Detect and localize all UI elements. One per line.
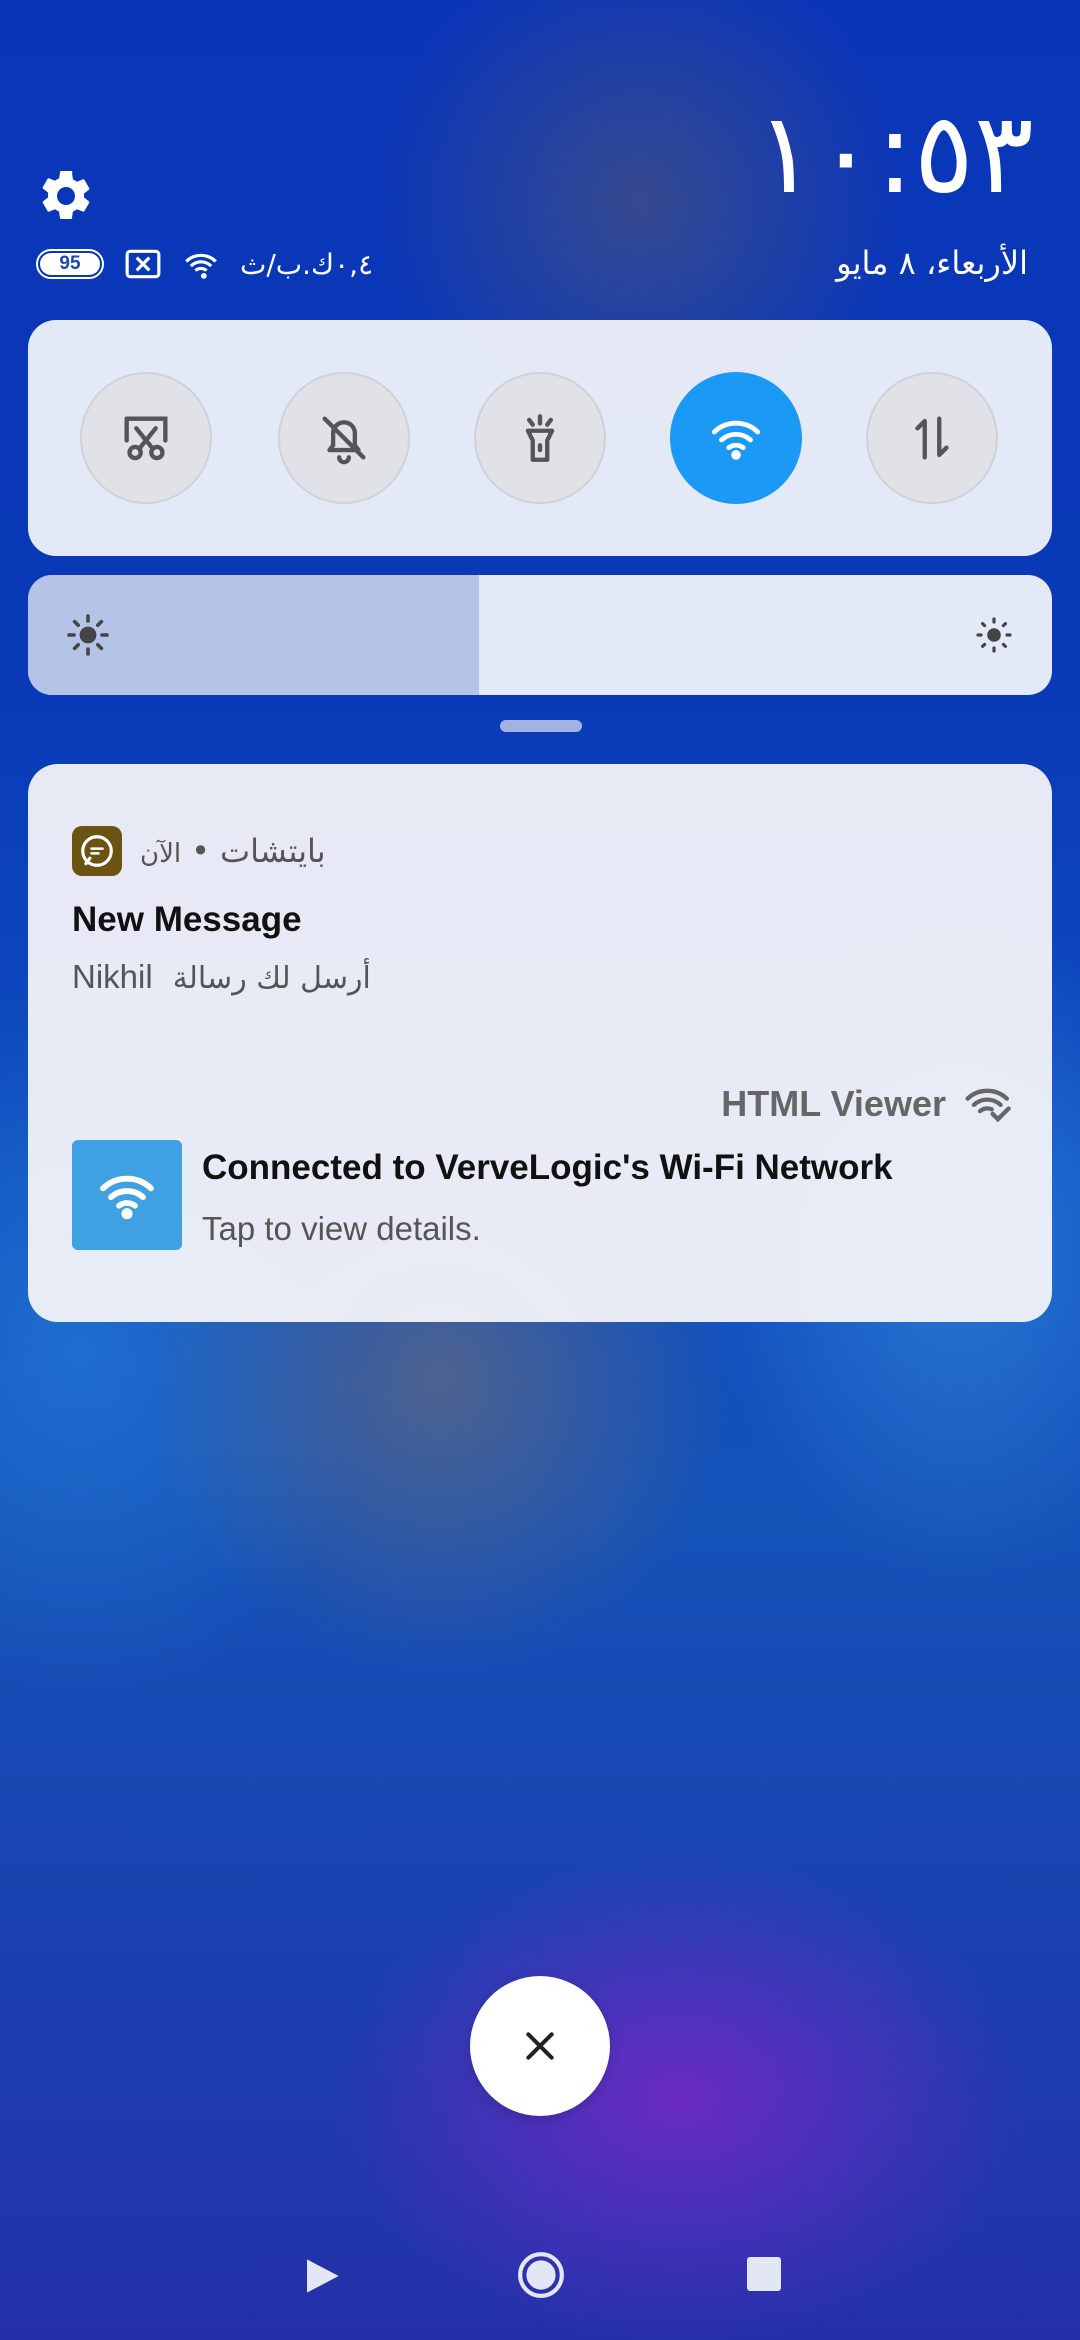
no-sim-icon bbox=[125, 249, 161, 279]
flashlight-tile[interactable] bbox=[474, 372, 606, 504]
settings-gear-icon[interactable] bbox=[36, 166, 96, 226]
screenshot-tile[interactable] bbox=[80, 372, 212, 504]
message-title: New Message bbox=[72, 900, 302, 939]
date[interactable]: الأربعاء، ٨ مايو bbox=[836, 244, 1028, 282]
quick-settings-panel bbox=[28, 320, 1052, 556]
bell-off-icon bbox=[322, 416, 366, 465]
recent-apps-button[interactable] bbox=[747, 2257, 781, 2291]
wifi-notification-subtitle: Tap to view details. bbox=[202, 1210, 481, 1247]
message-text: أرسل لك رسالة bbox=[172, 961, 371, 996]
clear-notifications-button[interactable] bbox=[470, 1976, 610, 2116]
wifi-notification-header: HTML Viewer bbox=[721, 1082, 1014, 1126]
brightness-high-icon bbox=[976, 617, 1012, 653]
brightness-slider[interactable] bbox=[28, 575, 1052, 695]
wifi-thumbnail bbox=[72, 1140, 182, 1250]
back-button[interactable] bbox=[302, 2256, 342, 2296]
wifi-tile[interactable] bbox=[670, 372, 802, 504]
status-bar: 95 ٠,٤ك.ب/ث bbox=[36, 244, 373, 284]
close-icon bbox=[526, 2032, 554, 2060]
notification-app-name: بايتشات bbox=[220, 832, 326, 870]
notification-meta: بايتشات•الآن bbox=[140, 832, 326, 870]
brightness-low-icon bbox=[67, 614, 109, 656]
clock[interactable]: ١٠:٥٣ bbox=[756, 98, 1034, 210]
wifi-status-icon bbox=[185, 253, 217, 279]
wifi-icon bbox=[711, 420, 761, 460]
wifi-check-icon bbox=[965, 1088, 1011, 1123]
notification-card[interactable]: بايتشات•الآن New Message Nikhil أرسل لك … bbox=[28, 764, 1052, 1322]
mute-tile[interactable] bbox=[278, 372, 410, 504]
battery-indicator: 95 bbox=[36, 249, 104, 279]
mobile-data-tile[interactable] bbox=[866, 372, 998, 504]
battery-level: 95 bbox=[40, 253, 100, 275]
panel-drag-handle[interactable] bbox=[500, 720, 582, 732]
message-body: Nikhil أرسل لك رسالة bbox=[72, 958, 371, 996]
chat-app-icon bbox=[72, 826, 122, 876]
home-button[interactable] bbox=[516, 2250, 566, 2300]
wifi-notification-app-name: HTML Viewer bbox=[721, 1083, 946, 1124]
wifi-large-icon bbox=[100, 1175, 154, 1220]
wifi-notification-title: Connected to VerveLogic's Wi-Fi Network bbox=[202, 1148, 893, 1187]
flashlight-icon bbox=[525, 414, 555, 462]
message-sender: Nikhil bbox=[72, 958, 153, 995]
chat-bubble-icon bbox=[81, 835, 113, 867]
notification-time: الآن bbox=[140, 839, 182, 869]
network-speed: ٠,٤ك.ب/ث bbox=[240, 247, 374, 281]
data-arrows-icon bbox=[915, 416, 949, 460]
scissors-icon bbox=[124, 416, 168, 461]
